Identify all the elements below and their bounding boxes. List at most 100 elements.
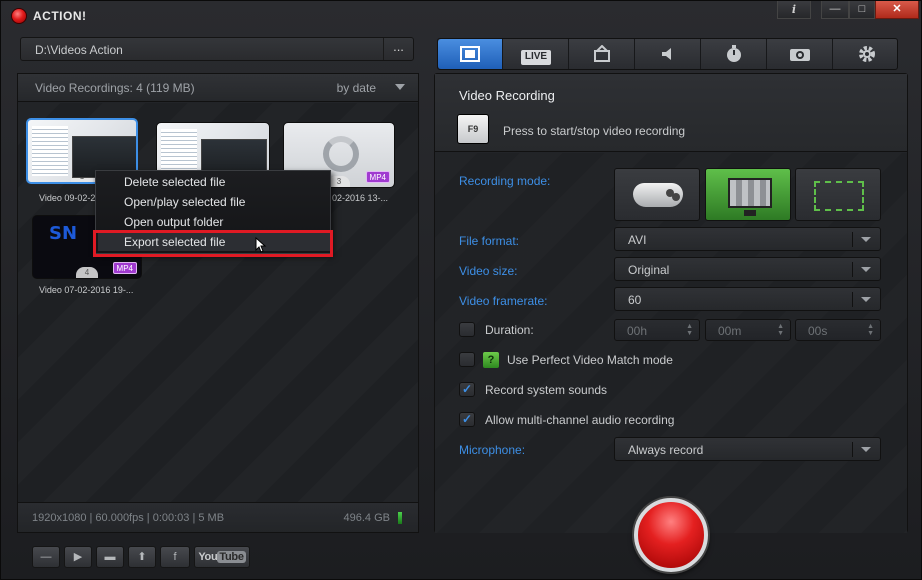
thumbnail-label: 02-2016 13-... [332,193,389,203]
youtube-tube-text: Tube [217,551,246,563]
menu-item-delete[interactable]: Delete selected file [124,175,225,189]
recordings-header: Video Recordings: 4 (119 MB) by date [18,74,418,102]
chevron-down-icon [861,237,871,242]
file-format-select[interactable]: AVI [614,227,881,251]
video-size-value: Original [628,263,670,277]
system-sounds-checkbox[interactable]: ✓ [459,382,475,397]
tab-audio[interactable] [636,39,701,69]
minimize-button[interactable]: — [821,1,849,19]
multichannel-checkbox[interactable]: ✓ [459,412,475,427]
recordings-count: Video Recordings: 4 (119 MB) [35,81,195,95]
mouse-cursor-icon [255,237,267,253]
thumbnail-number: 1 [71,171,93,182]
video-icon [460,46,480,62]
perfect-match-label: Use Perfect Video Match mode [507,353,673,367]
file-format-label: File format: [459,234,520,248]
multichannel-label: Allow multi-channel audio recording [485,413,675,427]
microphone-select[interactable]: Always record [614,437,881,461]
recording-mode-label: Recording mode: [459,174,551,188]
duration-seconds-value: 00s [808,324,828,338]
browse-button[interactable]: ... [383,38,413,60]
sort-dropdown[interactable]: by date [337,81,376,95]
file-format-value: AVI [628,233,647,247]
game-capture-icon [594,44,610,62]
mode-desktop-button[interactable] [705,168,791,221]
duration-minutes-value: 00m [718,324,742,338]
duration-minutes-input[interactable]: 00m ▲ ▼ [705,319,791,341]
mp4-badge: MP4 [112,262,137,274]
folder-button[interactable]: ▬ [96,546,124,568]
microphone-value: Always record [628,443,704,457]
framerate-select[interactable]: 60 [614,287,881,311]
hotkey-button[interactable]: F9 [457,114,489,144]
thumbnail-label: Video 09-02-2 [39,193,96,203]
play-button[interactable]: ▶ [64,546,92,568]
video-recording-header: Video Recording F9 Press to start/stop v… [435,74,907,152]
monitor-icon [728,178,772,216]
tab-game[interactable] [570,39,635,69]
highlight-outline [93,230,333,257]
youtube-you-text: You [198,551,218,563]
duration-seconds-input[interactable]: 00s ▲ ▼ [795,319,881,341]
system-sounds-label: Record system sounds [485,383,608,397]
chevron-down-icon [861,297,871,302]
app-title: ACTION! [33,9,87,23]
output-path-field[interactable]: D:\Videos Action ... [20,37,414,61]
stepper-arrows-icon[interactable]: ▲ ▼ [777,323,784,337]
chevron-down-icon [861,447,871,452]
tab-video-recording[interactable] [438,39,503,69]
facebook-button[interactable]: f [160,546,190,568]
dropdown-separator [852,442,853,457]
dropdown-separator [852,262,853,277]
framerate-value: 60 [628,293,642,307]
stepper-arrows-icon[interactable]: ▲ ▼ [867,323,874,337]
tab-settings[interactable] [834,39,899,69]
region-select-icon [814,181,864,211]
loading-spinner-icon [323,136,359,172]
duration-hours-value: 00h [627,324,648,338]
dropdown-separator [852,232,853,247]
mp4-badge: MP4 [365,171,390,183]
maximize-button[interactable]: □ [849,1,875,19]
record-button[interactable] [634,498,708,572]
upload-button[interactable]: ⬆ [128,546,156,568]
duration-checkbox[interactable] [459,322,475,337]
recordings-footer: 1920x1080 | 60.000fps | 0:00:03 | 5 MB 4… [18,502,418,532]
settings-tabs: LIVE [437,38,898,70]
camera-icon [790,49,810,61]
remove-button[interactable]: — [32,546,60,568]
sort-chevron-down-icon[interactable] [395,84,405,90]
action-window: ACTION! i — □ ✕ D:\Videos Action ... Vid… [0,0,922,580]
thumbnail-label: Video 07-02-2016 19-... [39,285,134,295]
panel-title: Video Recording [459,88,555,103]
duration-label: Duration: [485,323,534,337]
thumbnail-number: 3 [328,176,350,187]
tab-live[interactable]: LIVE [504,39,569,69]
stepper-arrows-icon[interactable]: ▲ ▼ [686,323,693,337]
close-button[interactable]: ✕ [875,1,919,19]
mode-game-button[interactable] [614,168,700,221]
app-logo-icon [11,8,27,24]
tab-screenshot[interactable] [768,39,833,69]
gear-icon [858,46,875,62]
perfect-match-checkbox[interactable] [459,352,475,367]
mode-region-button[interactable] [795,168,881,221]
duration-hours-input[interactable]: 00h ▲ ▼ [614,319,700,341]
microphone-label: Microphone: [459,443,526,457]
tab-timer[interactable] [702,39,767,69]
free-disk-space: 496.4 GB [343,512,390,524]
menu-item-open-play[interactable]: Open/play selected file [124,195,245,209]
info-button[interactable]: i [777,1,811,19]
disk-space-icon [398,512,402,524]
selected-file-info: 1920x1080 | 60.000fps | 0:00:03 | 5 MB [32,512,225,524]
title-bar: ACTION! i — □ ✕ [1,1,921,31]
help-icon[interactable]: ? [483,352,499,368]
video-size-select[interactable]: Original [614,257,881,281]
stopwatch-icon [727,45,741,62]
video-size-label: Video size: [459,264,518,278]
gamepad-icon [633,183,683,207]
menu-item-open-folder[interactable]: Open output folder [124,215,223,229]
youtube-button[interactable]: You Tube [194,546,250,568]
speaker-icon [662,48,671,60]
thumbnail-number: 4 [76,267,98,278]
